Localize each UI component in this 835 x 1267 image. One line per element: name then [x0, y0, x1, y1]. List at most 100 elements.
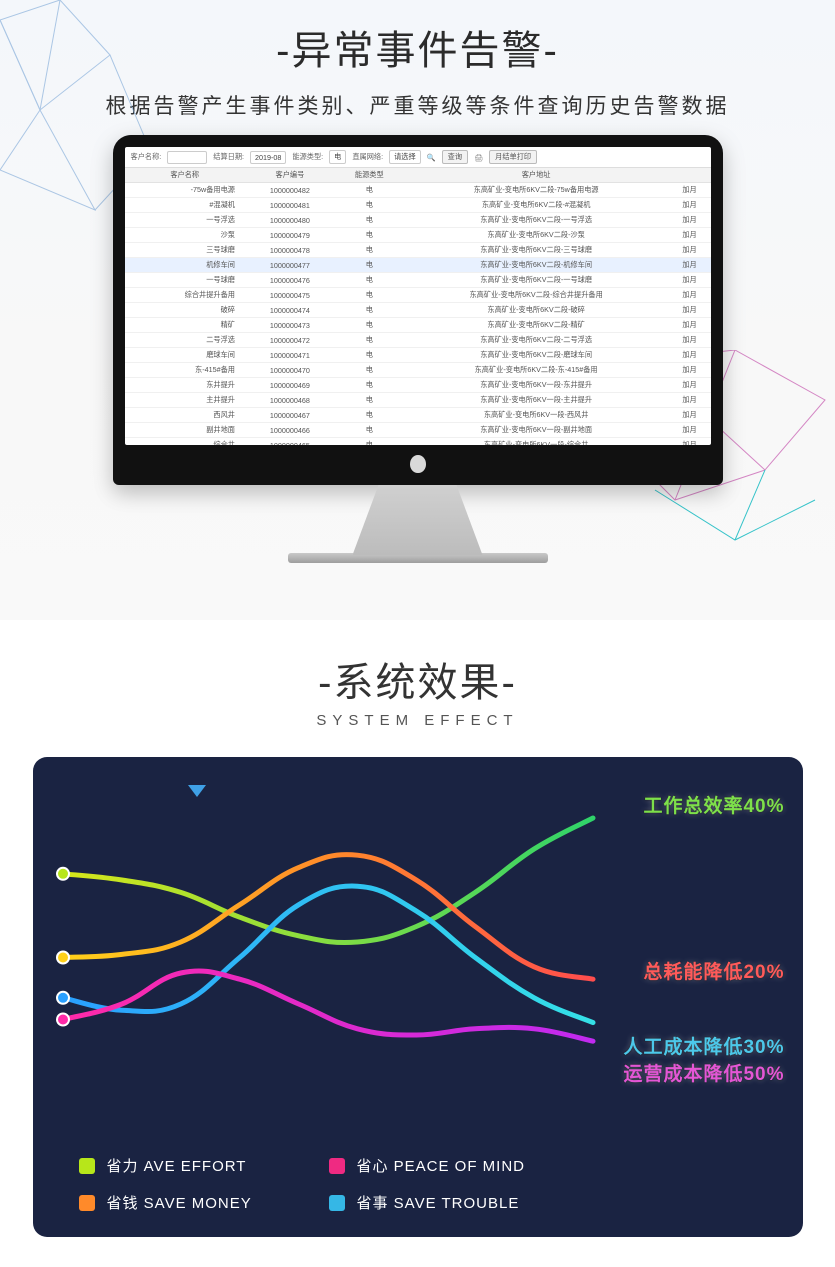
- alarm-subtitle: 根据告警产生事件类别、严重等级等条件查询历史告警数据: [0, 90, 835, 120]
- effect-chart: 工作总效率40% 总耗能降低20% 人工成本降低30% 运营成本降低50% 省力…: [33, 757, 803, 1237]
- table-row[interactable]: 破碎1000000474电东高矿业-变电所6KV二段-破碎加月: [125, 303, 711, 318]
- cell-code: 1000000473: [245, 318, 335, 333]
- cell-op: 加月: [669, 333, 711, 348]
- cell-type: 电: [335, 393, 404, 408]
- search-button[interactable]: 查询: [442, 150, 468, 164]
- cell-code: 1000000469: [245, 378, 335, 393]
- cell-code: 1000000478: [245, 243, 335, 258]
- cell-type: 电: [335, 243, 404, 258]
- cell-code: 1000000472: [245, 333, 335, 348]
- cell-type: 电: [335, 438, 404, 446]
- cell-code: 1000000467: [245, 408, 335, 423]
- table-row[interactable]: 三号球磨1000000478电东高矿业-变电所6KV二段-三号球磨加月: [125, 243, 711, 258]
- cell-name: -75w备用电源: [125, 183, 245, 198]
- cell-type: 电: [335, 363, 404, 378]
- cell-type: 电: [335, 258, 404, 273]
- cell-name: 一号浮选: [125, 213, 245, 228]
- table-row[interactable]: 二号浮选1000000472电东高矿业-变电所6KV二段-二号浮选加月: [125, 333, 711, 348]
- legend-item: 省心 PEACE OF MIND: [329, 1155, 589, 1176]
- monitor-mockup: 客户名称: 结算日期: 2019-08 能源类型: 电 直属网络: 请选择 🔍 …: [113, 135, 723, 563]
- cell-name: 东井提升: [125, 378, 245, 393]
- table-row[interactable]: #混凝机1000000481电东高矿业-变电所6KV二段-#混凝机加月: [125, 198, 711, 213]
- cell-addr: 东高矿业-变电所6KV一段-东井提升: [404, 378, 669, 393]
- cell-op: 加月: [669, 213, 711, 228]
- legend-swatch: [329, 1195, 345, 1211]
- table-row[interactable]: 一号球磨1000000476电东高矿业-变电所6KV二段-一号球磨加月: [125, 273, 711, 288]
- cell-type: 电: [335, 183, 404, 198]
- cell-code: 1000000474: [245, 303, 335, 318]
- cell-name: 综合井提升备用: [125, 288, 245, 303]
- effect-title: -系统效果-: [0, 650, 835, 708]
- cell-type: 电: [335, 198, 404, 213]
- filter-date-label: 结算日期:: [213, 152, 244, 162]
- table-row[interactable]: 副井地面1000000466电东高矿业-变电所6KV一段-副井地面加月: [125, 423, 711, 438]
- column-header[interactable]: 客户编号: [245, 168, 335, 183]
- table-row[interactable]: 东井提升1000000469电东高矿业-变电所6KV一段-东井提升加月: [125, 378, 711, 393]
- effect-subtitle: SYSTEM EFFECT: [0, 712, 835, 729]
- cell-type: 电: [335, 288, 404, 303]
- cell-op: 加月: [669, 303, 711, 318]
- cell-op: 加月: [669, 363, 711, 378]
- label-efficiency: 工作总效率40%: [643, 791, 784, 818]
- table-row[interactable]: 沙泵1000000479电东高矿业-变电所6KV二段-沙泵加月: [125, 228, 711, 243]
- legend-swatch: [79, 1158, 95, 1174]
- table-row[interactable]: 综合井1000000465电东高矿业-变电所6KV一段-综合井加月: [125, 438, 711, 446]
- filter-org-select[interactable]: 请选择: [389, 150, 421, 164]
- chart-lines: [53, 777, 613, 1107]
- cell-addr: 东高矿业-变电所6KV二段-75w备用电源: [404, 183, 669, 198]
- label-labor: 人工成本降低30%: [623, 1032, 784, 1059]
- filter-name-input[interactable]: [167, 151, 207, 164]
- cell-op: 加月: [669, 228, 711, 243]
- print-button[interactable]: 月结单打印: [489, 150, 537, 164]
- cell-type: 电: [335, 423, 404, 438]
- table-row[interactable]: 磨球车间1000000471电东高矿业-变电所6KV二段-磨球车间加月: [125, 348, 711, 363]
- cell-code: 1000000471: [245, 348, 335, 363]
- cell-op: 加月: [669, 438, 711, 446]
- cell-code: 1000000476: [245, 273, 335, 288]
- legend-label: 省力 AVE EFFORT: [107, 1155, 247, 1176]
- series-start-dot: [57, 992, 69, 1004]
- series-start-dot: [57, 952, 69, 964]
- column-header[interactable]: 客户地址: [404, 168, 669, 183]
- table-row[interactable]: -75w备用电源1000000482电东高矿业-变电所6KV二段-75w备用电源…: [125, 183, 711, 198]
- cell-code: 1000000482: [245, 183, 335, 198]
- cell-code: 1000000477: [245, 258, 335, 273]
- table-row[interactable]: 精矿1000000473电东高矿业-变电所6KV二段-精矿加月: [125, 318, 711, 333]
- column-header[interactable]: 能源类型: [335, 168, 404, 183]
- cell-name: 磨球车间: [125, 348, 245, 363]
- cell-name: 破碎: [125, 303, 245, 318]
- cell-type: 电: [335, 273, 404, 288]
- cell-addr: 东高矿业-变电所6KV二段-沙泵: [404, 228, 669, 243]
- table-row[interactable]: 西风井1000000467电东高矿业-变电所6KV一段-西风井加月: [125, 408, 711, 423]
- cell-name: 主井提升: [125, 393, 245, 408]
- cell-name: 二号浮选: [125, 333, 245, 348]
- cell-addr: 东高矿业-变电所6KV二段-三号球磨: [404, 243, 669, 258]
- cell-code: 1000000479: [245, 228, 335, 243]
- table-row[interactable]: 机修车间1000000477电东高矿业-变电所6KV二段-机修车间加月: [125, 258, 711, 273]
- cell-name: 机修车间: [125, 258, 245, 273]
- table-row[interactable]: 主井提升1000000468电东高矿业-变电所6KV一段-主井提升加月: [125, 393, 711, 408]
- cell-name: 沙泵: [125, 228, 245, 243]
- alarm-section: -异常事件告警- 根据告警产生事件类别、严重等级等条件查询历史告警数据 客户名称…: [0, 0, 835, 620]
- alarm-title: -异常事件告警-: [0, 0, 835, 76]
- legend-swatch: [329, 1158, 345, 1174]
- cell-op: 加月: [669, 393, 711, 408]
- cell-name: 副井地面: [125, 423, 245, 438]
- table-row[interactable]: 综合井提升备用1000000475电东高矿业-变电所6KV二段-综合井提升备用加…: [125, 288, 711, 303]
- legend-label: 省钱 SAVE MONEY: [107, 1192, 252, 1213]
- cell-op: 加月: [669, 273, 711, 288]
- filter-date-input[interactable]: 2019-08: [250, 151, 286, 164]
- cell-addr: 东高矿业-变电所6KV一段-综合井: [404, 438, 669, 446]
- table-row[interactable]: 一号浮选1000000480电东高矿业-变电所6KV二段-一号浮选加月: [125, 213, 711, 228]
- cell-addr: 东高矿业-变电所6KV二段-一号浮选: [404, 213, 669, 228]
- column-header[interactable]: [669, 168, 711, 183]
- legend-label: 省心 PEACE OF MIND: [357, 1155, 526, 1176]
- legend-item: 省事 SAVE TROUBLE: [329, 1192, 589, 1213]
- cell-addr: 东高矿业-变电所6KV一段-西风井: [404, 408, 669, 423]
- filter-type-select[interactable]: 电: [329, 150, 346, 164]
- table-row[interactable]: 东-415#备用1000000470电东高矿业-变电所6KV二段-东-415#备…: [125, 363, 711, 378]
- cell-code: 1000000481: [245, 198, 335, 213]
- series-line: [63, 855, 593, 980]
- cell-addr: 东高矿业-变电所6KV二段-磨球车间: [404, 348, 669, 363]
- column-header[interactable]: 客户名称: [125, 168, 245, 183]
